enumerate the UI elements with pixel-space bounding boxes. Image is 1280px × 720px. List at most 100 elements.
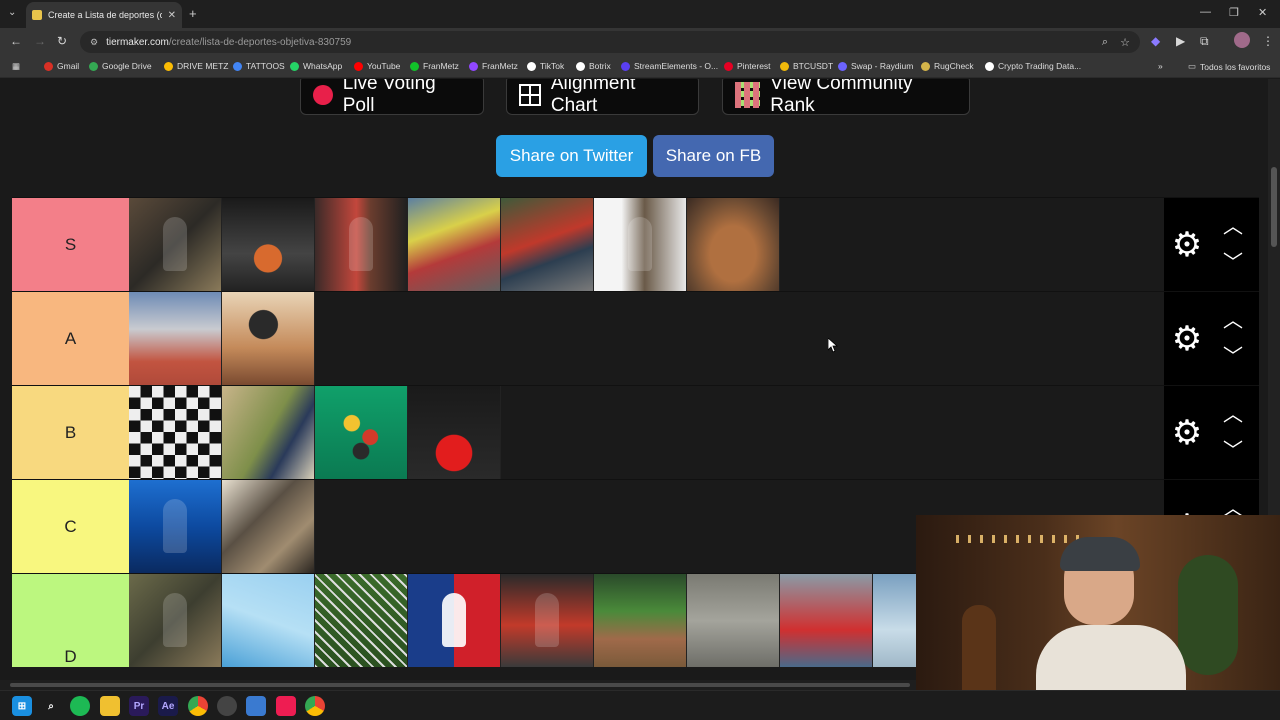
zoom-icon[interactable]: ⌕	[1102, 36, 1108, 49]
profile-avatar[interactable]	[1234, 32, 1250, 48]
close-window-button[interactable]: ✕	[1258, 6, 1267, 19]
gear-icon[interactable]: ⚙	[1170, 228, 1204, 262]
new-tab-button[interactable]: +	[189, 6, 197, 21]
back-arrow-icon[interactable]: ←	[10, 34, 22, 48]
alignment-chart-button[interactable]: Alignment Chart	[506, 79, 699, 116]
tab-close-icon[interactable]: ✕	[168, 10, 176, 21]
spotify-icon[interactable]	[70, 696, 90, 716]
tier-item-motogp[interactable]	[501, 198, 594, 291]
chevron-down-icon[interactable]: ﹀	[1220, 441, 1246, 461]
bookmark-franmetz-twitch[interactable]: FranMetz	[469, 61, 518, 71]
all-bookmarks-folder[interactable]: ▭ Todos los favoritos	[1188, 61, 1270, 72]
chevron-down-icon[interactable]: ﹀	[1220, 347, 1246, 367]
browser-tab-active[interactable]: Create a Lista de deportes (obj ✕	[26, 2, 182, 28]
bookmark-btcusdt[interactable]: BTCUSDT	[780, 61, 833, 71]
crypto-icon	[985, 61, 994, 71]
tier-label-d[interactable]: D	[12, 574, 129, 667]
bookmark-gmail[interactable]: Gmail	[44, 61, 79, 71]
site-info-icon[interactable]: ⚙	[90, 37, 98, 48]
tier-item-billiards[interactable]	[315, 386, 408, 479]
restore-button[interactable]: ❐	[1229, 6, 1239, 19]
tier-item-hang-gliding[interactable]	[222, 574, 315, 667]
tier-item-bodybuilding[interactable]	[687, 198, 780, 291]
photos-icon[interactable]	[246, 696, 266, 716]
share-twitter-button[interactable]: Share on Twitter	[496, 135, 647, 177]
bookmarks-bar: ▦ Gmail Google Drive DRIVE METZ TATTOOS …	[0, 56, 1280, 78]
tier-label-a[interactable]: A	[12, 292, 129, 385]
tier-item-handball-logo[interactable]	[408, 574, 501, 667]
chrome-icon[interactable]	[188, 696, 208, 716]
tier-label-c[interactable]: C	[12, 480, 129, 573]
bookmark-tiktok[interactable]: TikTok	[527, 61, 564, 71]
forward-arrow-icon[interactable]: →	[34, 34, 46, 48]
browser-menu-icon[interactable]: ⋮	[1262, 34, 1274, 48]
bookmark-crypto-trading[interactable]: Crypto Trading Data...	[985, 61, 1081, 71]
tier-label-b[interactable]: B	[12, 386, 129, 479]
bookmark-star-icon[interactable]: ☆	[1120, 36, 1130, 49]
chevron-up-icon[interactable]: ︿	[1220, 499, 1246, 519]
tier-item-athletics[interactable]	[129, 292, 222, 385]
tier-item-falconry[interactable]	[594, 198, 687, 291]
tiktok-icon[interactable]	[276, 696, 296, 716]
bookmarks-overflow-icon[interactable]: »	[1158, 61, 1163, 71]
bookmark-botrix[interactable]: Botrix	[576, 61, 611, 71]
premiere-icon[interactable]: Pr	[129, 696, 149, 716]
scroll-thumb[interactable]	[10, 683, 910, 687]
extension-copilot-icon[interactable]: ◆	[1151, 34, 1160, 48]
bookmark-google-drive[interactable]: Google Drive	[89, 61, 152, 71]
extensions-puzzle-icon[interactable]: ⧉	[1200, 34, 1209, 49]
tier-item-badminton[interactable]	[315, 574, 408, 667]
tier-item-diving[interactable]	[129, 480, 222, 573]
minimize-button[interactable]: —	[1200, 6, 1211, 18]
bookmark-tattoos[interactable]: TATTOOS	[233, 61, 285, 71]
chevron-up-icon[interactable]: ︿	[1220, 217, 1246, 237]
chevron-up-icon[interactable]: ︿	[1220, 405, 1246, 425]
reload-icon[interactable]: ↻	[57, 34, 67, 48]
tier-item-petanque[interactable]	[687, 574, 780, 667]
browser-nav-bar: ← → ↻ ⚙ tiermaker.com /create/lista-de-d…	[0, 28, 1280, 56]
bookmark-streamelements[interactable]: StreamElements - O...	[621, 61, 718, 71]
tier-item-climbing[interactable]	[222, 480, 315, 573]
gear-icon[interactable]: ⚙	[1170, 322, 1204, 356]
apps-grid-icon[interactable]: ▦	[12, 61, 20, 72]
scroll-thumb[interactable]	[1271, 167, 1277, 247]
live-voting-poll-button[interactable]: Live Voting Poll	[300, 79, 484, 116]
tier-label-s[interactable]: S	[12, 198, 129, 291]
bookmark-drive-metz[interactable]: DRIVE METZ	[164, 61, 228, 71]
obs-icon[interactable]	[217, 696, 237, 716]
tier-item-canoeing[interactable]	[780, 574, 873, 667]
tier-item-baseball[interactable]	[594, 574, 687, 667]
tier-item-basketball[interactable]	[222, 198, 315, 291]
tab-title: Create a Lista de deportes (obj	[48, 10, 162, 20]
search-icon[interactable]: ⌕	[41, 696, 61, 716]
tier-items-a	[129, 292, 315, 385]
tier-item-boxing[interactable]	[315, 198, 408, 291]
after-effects-icon[interactable]: Ae	[158, 696, 178, 716]
bookmark-rugcheck[interactable]: RugCheck	[921, 61, 974, 71]
chevron-down-icon[interactable]: ﹀	[1220, 253, 1246, 273]
bookmark-franmetz-kick[interactable]: FranMetz	[410, 61, 459, 71]
address-bar[interactable]: ⚙ tiermaker.com /create/lista-de-deporte…	[80, 31, 1140, 53]
tier-item-airsoft[interactable]	[129, 574, 222, 667]
tab-search-chevron-icon[interactable]: ⌄	[8, 7, 16, 18]
bookmark-raydium[interactable]: Swap - Raydium	[838, 61, 913, 71]
gear-icon[interactable]: ⚙	[1170, 416, 1204, 450]
tier-item-mma[interactable]	[129, 198, 222, 291]
horizontal-scrollbar[interactable]	[0, 680, 916, 690]
tier-item-motorsport[interactable]	[408, 198, 501, 291]
tier-item-mountain-bike[interactable]	[222, 292, 315, 385]
bookmark-youtube[interactable]: YouTube	[354, 61, 400, 71]
share-facebook-button[interactable]: Share on FB	[653, 135, 774, 177]
view-community-rank-button[interactable]: View Community Rank	[722, 79, 970, 116]
file-explorer-icon[interactable]	[100, 696, 120, 716]
tier-item-bowling[interactable]	[408, 386, 501, 479]
chevron-up-icon[interactable]: ︿	[1220, 311, 1246, 331]
tier-item-running[interactable]	[222, 386, 315, 479]
bookmark-whatsapp[interactable]: WhatsApp	[290, 61, 342, 71]
extension-play-icon[interactable]: ▶	[1176, 34, 1185, 48]
tier-item-chess[interactable]	[129, 386, 222, 479]
windows-start-icon[interactable]: ⊞	[12, 696, 32, 716]
bookmark-pinterest[interactable]: Pinterest	[724, 61, 771, 71]
tier-item-handball[interactable]	[501, 574, 594, 667]
chrome-active-icon[interactable]	[305, 696, 325, 716]
